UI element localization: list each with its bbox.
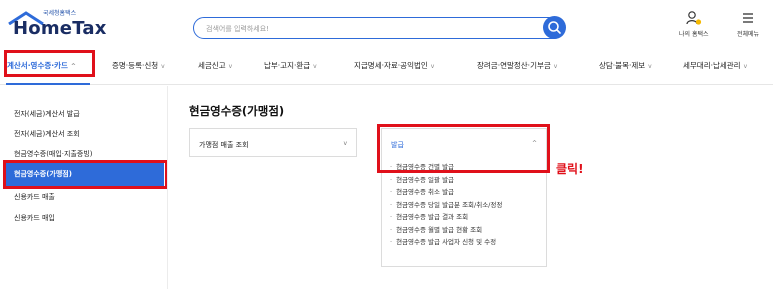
- menu-item-business-apply[interactable]: 현금영수증 발급 사업자 신청 및 수정: [390, 236, 502, 249]
- sidebar-item-credit-card-purchase[interactable]: 신용카드 매입: [14, 213, 55, 223]
- person-icon: [686, 11, 701, 25]
- sidebar-item-view-invoice[interactable]: 전자(세금)계산서 조회: [14, 129, 80, 139]
- chevron-down-icon: v: [313, 63, 317, 70]
- search-input[interactable]: [204, 21, 538, 37]
- card-title: 가맹점 매출 조회: [199, 141, 249, 149]
- all-menu-button[interactable]: 전체메뉴: [737, 10, 759, 38]
- chevron-down-icon: v: [430, 63, 435, 70]
- chevron-down-icon: v: [343, 140, 347, 147]
- logo-title: HomeTax: [13, 18, 107, 39]
- nav-item-tax-report[interactable]: 세금신고 v: [198, 60, 232, 71]
- menu-item-batch-issue[interactable]: 현금영수증 일괄 발급: [390, 174, 502, 187]
- sidebar-item-credit-card-sales[interactable]: 신용카드 매출: [14, 192, 55, 202]
- sidebar-item-label: 전자(세금)계산서 발급: [14, 110, 80, 118]
- header: 국세청홈택스 HomeTax 나의 홈택스 전체메뉴: [0, 0, 773, 46]
- hamburger-icon: [743, 13, 754, 23]
- hometax-logo[interactable]: 국세청홈택스 HomeTax: [7, 8, 106, 42]
- active-nav-underline: [6, 83, 90, 85]
- issue-menu-list: 현금영수증 건별 발급 현금영수증 일괄 발급 현금영수증 취소 발급 현금영수…: [390, 161, 502, 249]
- nav-item-payment[interactable]: 납부·고지·환급 v: [264, 60, 317, 71]
- nav-item-certificate[interactable]: 증명·등록·신청 v: [112, 60, 165, 71]
- sidebar-item-label: 신용카드 매출: [14, 193, 55, 201]
- sidebar-item-cash-receipt-purchase[interactable]: 현금영수증(매입·지출증빙): [14, 149, 93, 159]
- highlight-box-issue: [377, 124, 550, 173]
- sidebar-divider: [167, 86, 168, 289]
- highlight-box-sidebar: [3, 160, 168, 189]
- nav-item-label: 세금신고: [198, 61, 226, 70]
- nav-item-label: 상담·불복·제보: [599, 61, 646, 70]
- menu-item-issue-result[interactable]: 현금영수증 발급 결과 조회: [390, 211, 502, 224]
- merchant-sales-card[interactable]: 가맹점 매출 조회 v: [189, 128, 357, 157]
- nav-item-label: 세무대리·납세관리: [683, 61, 741, 70]
- sidebar-item-label: 현금영수증(매입·지출증빙): [14, 150, 93, 158]
- nav-item-consult[interactable]: 상담·불복·제보 v: [599, 60, 652, 71]
- nav-item-label: 장려금·연말정산·기부금: [477, 61, 551, 70]
- chevron-down-icon: v: [743, 63, 748, 70]
- highlight-box-nav: [4, 50, 95, 77]
- sidebar-item-label: 전자(세금)계산서 조회: [14, 130, 80, 138]
- search-icon: [548, 21, 561, 34]
- click-callout: 클릭!: [556, 162, 584, 176]
- page-title: 현금영수증(가맹점): [189, 104, 285, 118]
- chevron-down-icon: v: [161, 63, 165, 70]
- search-button[interactable]: [543, 16, 566, 39]
- chevron-down-icon: v: [553, 63, 558, 70]
- nav-item-label: 지급명세·자료·공익법인: [354, 61, 428, 70]
- nav-item-label: 납부·고지·환급: [264, 61, 311, 70]
- chevron-down-icon: v: [648, 63, 652, 70]
- menu-item-cancel-issue[interactable]: 현금영수증 취소 발급: [390, 186, 502, 199]
- search-bar: [193, 16, 566, 39]
- my-hometax-button[interactable]: 나의 홈택스: [679, 10, 709, 38]
- nav-item-incentives[interactable]: 장려금·연말정산·기부금 v: [477, 60, 557, 71]
- my-hometax-label: 나의 홈택스: [679, 31, 709, 38]
- menu-item-today-issued[interactable]: 현금영수증 당일 발급분 조회/취소/정정: [390, 199, 502, 212]
- menu-item-monthly-status[interactable]: 현금영수증 월별 발급 현황 조회: [390, 224, 502, 237]
- main-nav: 계산서·영수증·카드 ^ 증명·등록·신청 v 세금신고 v 납부·고지·환급 v 지급…: [0, 46, 773, 85]
- nav-item-label: 증명·등록·신청: [112, 61, 159, 70]
- nav-item-tax-agent[interactable]: 세무대리·납세관리 v: [683, 60, 747, 71]
- all-menu-label: 전체메뉴: [737, 31, 760, 38]
- nav-item-statements[interactable]: 지급명세·자료·공익법인 v: [354, 60, 434, 71]
- chevron-down-icon: v: [228, 63, 233, 70]
- logo-subtitle: 국세청홈택스: [43, 10, 77, 17]
- sidebar-item-issue-invoice[interactable]: 전자(세금)계산서 발급: [14, 109, 80, 119]
- sidebar-item-label: 신용카드 매입: [14, 214, 55, 222]
